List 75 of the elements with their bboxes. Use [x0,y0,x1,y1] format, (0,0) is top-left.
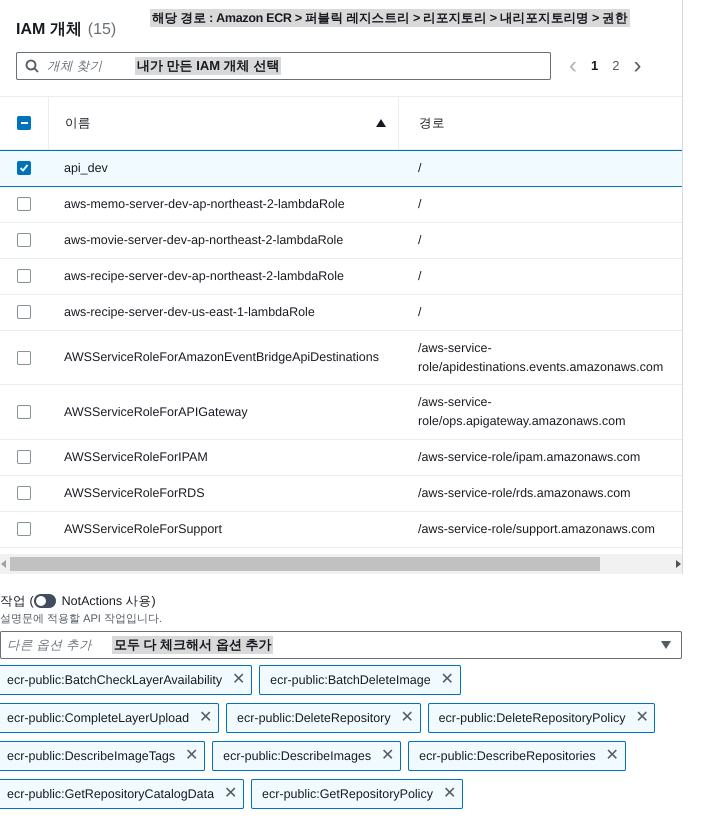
scroll-left-icon[interactable] [0,560,8,568]
token-label: ecr-public:CompleteLayerUpload [7,710,190,727]
table-cell: aws-recipe-server-dev-ap-northeast-2-lambdaRole [64,268,344,283]
checkbox[interactable] [17,197,31,212]
checkbox[interactable] [17,161,31,176]
panel-title: IAM 개체 [16,20,82,40]
token-label: ecr-public:DescribeImages [223,748,372,765]
checkbox[interactable] [17,233,31,248]
token-label: ecr-public:DescribeRepositories [419,748,596,765]
table-cell: AWSServiceRoleForAmazonEventBridgeApiDestinations [64,350,379,364]
checkbox[interactable] [17,522,31,536]
token-label: ecr-public:GetRepositoryPolicy [262,786,433,803]
table-cell: /aws-service-role/ipam.amazonaws.com [418,450,640,464]
remove-button[interactable]: ✕ [635,710,648,726]
table-cell: AWSServiceRoleForRDS [64,486,205,500]
table-cell: /aws-service-role/ops.apigateway.amazonaws.com [418,395,626,428]
table-cell: aws-movie-server-dev-ap-northeast-2-lambdaRole [64,232,344,247]
remove-button[interactable]: ✕ [381,748,394,764]
search-field[interactable]: 개체 찾기 내가 만든 IAM 개체 선택 [16,52,551,80]
next-page-button[interactable]: › [633,54,642,78]
table-cell: aws-recipe-server-dev-us-east-1-lambdaRole [64,304,315,319]
table-cell: api_dev [64,161,108,175]
field-description: 설명문에 적용할 API 작업입니다. [0,612,163,626]
page-number[interactable]: 1 [591,56,598,76]
search-icon [25,59,39,73]
table-cell: / [418,196,422,211]
item-count: (15) [88,20,116,40]
toggle-label: NotActions 사용) [62,592,156,610]
token-label: ecr-public:BatchDeleteImage [270,672,431,689]
remove-button[interactable]: ✕ [442,786,456,802]
token-label: ecr-public:BatchCheckLayerAvailability [7,672,222,689]
remove-button[interactable]: ✕ [185,748,198,764]
table-cell: aws-memo-server-dev-ap-northeast-2-lambdaRole [64,196,345,211]
checkbox[interactable] [17,116,31,130]
table-cell: /aws-service-role/apidestinations.events.amazonaws.com [418,340,664,374]
checkbox[interactable] [17,450,31,464]
action-select[interactable]: 다른 옵션 추가 모두 다 체크해서 옵션 추가 [0,631,682,659]
remove-button[interactable]: ✕ [400,710,414,726]
select-placeholder: 다른 옵션 추가 [7,636,92,654]
remove-button[interactable]: ✕ [232,672,246,688]
annotation-label: 내가 만든 IAM 개체 선택 [135,57,282,75]
token-label: ecr-public:DescribeImageTags [7,748,176,765]
table-cell: AWSServiceRoleForIPAM [64,450,208,464]
token-label: ecr-public:DeleteRepositoryPolicy [438,710,626,727]
annotation-label: 해당 경로 : Amazon ECR > 퍼블릭 레지스트리 > 리포지토리 > 내리포지토리명 > 권한 [150,9,630,27]
checkbox[interactable] [17,486,31,500]
token-label: ecr-public:DeleteRepository [237,710,391,727]
toggle-switch[interactable] [34,594,56,608]
checkbox[interactable] [17,350,31,364]
remove-button[interactable]: ✕ [440,672,454,688]
table-cell: /aws-service-role/rds.amazonaws.com [418,486,631,500]
scroll-right-icon[interactable] [674,560,682,568]
table-cell: AWSServiceRoleForSupport [64,522,222,536]
column-header[interactable]: 경로 [419,114,445,132]
table-cell: / [418,161,422,175]
column-header[interactable]: 이름 [65,114,91,132]
caret-icon [661,641,671,649]
table-cell: /aws-service-role/support.amazonaws.com [418,522,655,536]
remove-button[interactable]: ✕ [606,748,619,764]
remove-button[interactable]: ✕ [199,710,212,726]
table-cell: / [418,232,422,247]
page-number[interactable]: 2 [612,56,620,76]
sort-icon[interactable] [376,119,386,127]
checkbox[interactable] [17,269,31,284]
token-label: ecr-public:GetRepositoryCatalogData [7,786,214,803]
checkbox[interactable] [17,405,31,419]
remove-button[interactable]: ✕ [224,786,238,802]
checkbox[interactable] [17,305,31,320]
horizontal-scrollbar[interactable] [0,554,682,574]
table-cell: / [418,268,422,283]
field-label: 작업 ( [0,592,34,610]
table-cell: / [418,304,422,319]
table-cell: AWSServiceRoleForAPIGateway [64,404,248,419]
annotation-label: 모두 다 체크해서 옵션 추가 [112,636,274,654]
search-placeholder: 개체 찾기 [47,58,104,75]
